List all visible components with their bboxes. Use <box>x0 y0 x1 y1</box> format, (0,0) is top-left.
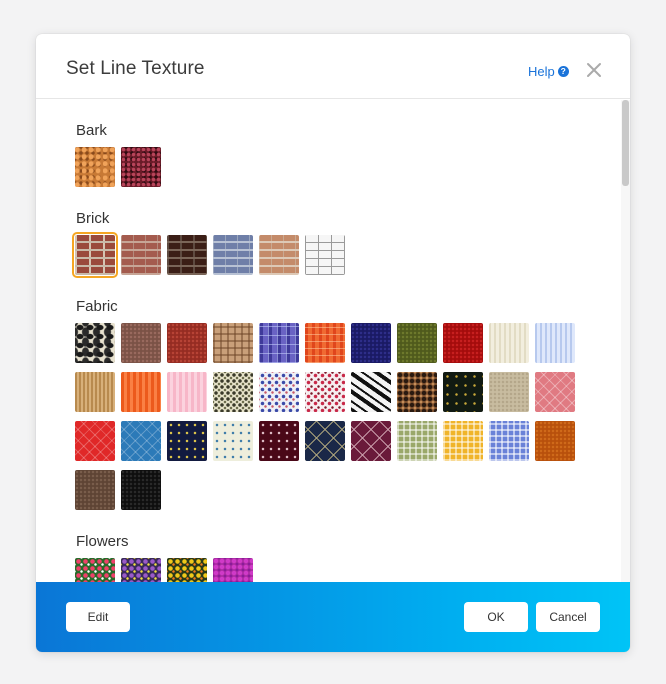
cancel-button[interactable]: Cancel <box>536 602 600 632</box>
texture-fabric-12[interactable] <box>75 372 115 412</box>
texture-fabric-2[interactable] <box>121 323 161 363</box>
texture-fabric-5[interactable] <box>259 323 299 363</box>
texture-brick-1[interactable] <box>72 232 118 278</box>
texture-fabric-30[interactable] <box>397 421 437 461</box>
dialog-header: Set Line Texture Help ? <box>36 34 630 99</box>
texture-flowers-2[interactable] <box>121 558 161 582</box>
texture-fabric-19[interactable] <box>397 372 437 412</box>
texture-brick-2[interactable] <box>121 235 161 275</box>
section-label-fabric: Fabric <box>76 298 118 315</box>
texture-fabric-23[interactable] <box>75 421 115 461</box>
texture-brick-4[interactable] <box>213 235 253 275</box>
section-label-flowers: Flowers <box>76 533 129 550</box>
ok-button[interactable]: OK <box>464 602 528 632</box>
dialog-title: Set Line Texture <box>66 58 205 79</box>
texture-brick-3[interactable] <box>167 235 207 275</box>
texture-fabric-29[interactable] <box>351 421 391 461</box>
texture-fabric-6[interactable] <box>305 323 345 363</box>
texture-fabric-32[interactable] <box>489 421 529 461</box>
scrollbar-thumb[interactable] <box>622 100 629 186</box>
texture-fabric-15[interactable] <box>213 372 253 412</box>
texture-fabric-7[interactable] <box>351 323 391 363</box>
set-line-texture-dialog: Set Line Texture Help ? Bark Brick Fabri… <box>36 34 630 652</box>
texture-fabric-34[interactable] <box>75 470 115 510</box>
texture-fabric-33[interactable] <box>535 421 575 461</box>
texture-fabric-27[interactable] <box>259 421 299 461</box>
texture-fabric-25[interactable] <box>167 421 207 461</box>
dialog-footer: Edit OK Cancel <box>36 582 630 652</box>
texture-list: Bark Brick Fabric Flowers <box>36 100 630 582</box>
texture-fabric-35[interactable] <box>121 470 161 510</box>
texture-fabric-20[interactable] <box>443 372 483 412</box>
texture-fabric-18[interactable] <box>351 372 391 412</box>
texture-fabric-8[interactable] <box>397 323 437 363</box>
texture-flowers-3[interactable] <box>167 558 207 582</box>
texture-flowers-4[interactable] <box>213 558 253 582</box>
help-label: Help <box>528 64 555 79</box>
texture-fabric-22[interactable] <box>535 372 575 412</box>
texture-fabric-9[interactable] <box>443 323 483 363</box>
texture-fabric-3[interactable] <box>167 323 207 363</box>
texture-brick-5[interactable] <box>259 235 299 275</box>
section-label-bark: Bark <box>76 122 107 139</box>
texture-fabric-16[interactable] <box>259 372 299 412</box>
help-link[interactable]: Help ? <box>528 64 569 79</box>
close-icon[interactable] <box>585 61 603 79</box>
texture-fabric-4[interactable] <box>213 323 253 363</box>
texture-fabric-28[interactable] <box>305 421 345 461</box>
texture-fabric-31[interactable] <box>443 421 483 461</box>
texture-fabric-26[interactable] <box>213 421 253 461</box>
texture-flowers-1[interactable] <box>75 558 115 582</box>
edit-button[interactable]: Edit <box>66 602 130 632</box>
texture-bark-2[interactable] <box>121 147 161 187</box>
texture-fabric-14[interactable] <box>167 372 207 412</box>
texture-fabric-13[interactable] <box>121 372 161 412</box>
texture-fabric-11[interactable] <box>535 323 575 363</box>
texture-fabric-17[interactable] <box>305 372 345 412</box>
texture-brick-6[interactable] <box>305 235 345 275</box>
texture-fabric-24[interactable] <box>121 421 161 461</box>
texture-bark-1[interactable] <box>75 147 115 187</box>
texture-fabric-1[interactable] <box>75 323 115 363</box>
question-circle-icon: ? <box>557 66 569 77</box>
section-label-brick: Brick <box>76 210 110 227</box>
texture-fabric-10[interactable] <box>489 323 529 363</box>
texture-fabric-21[interactable] <box>489 372 529 412</box>
